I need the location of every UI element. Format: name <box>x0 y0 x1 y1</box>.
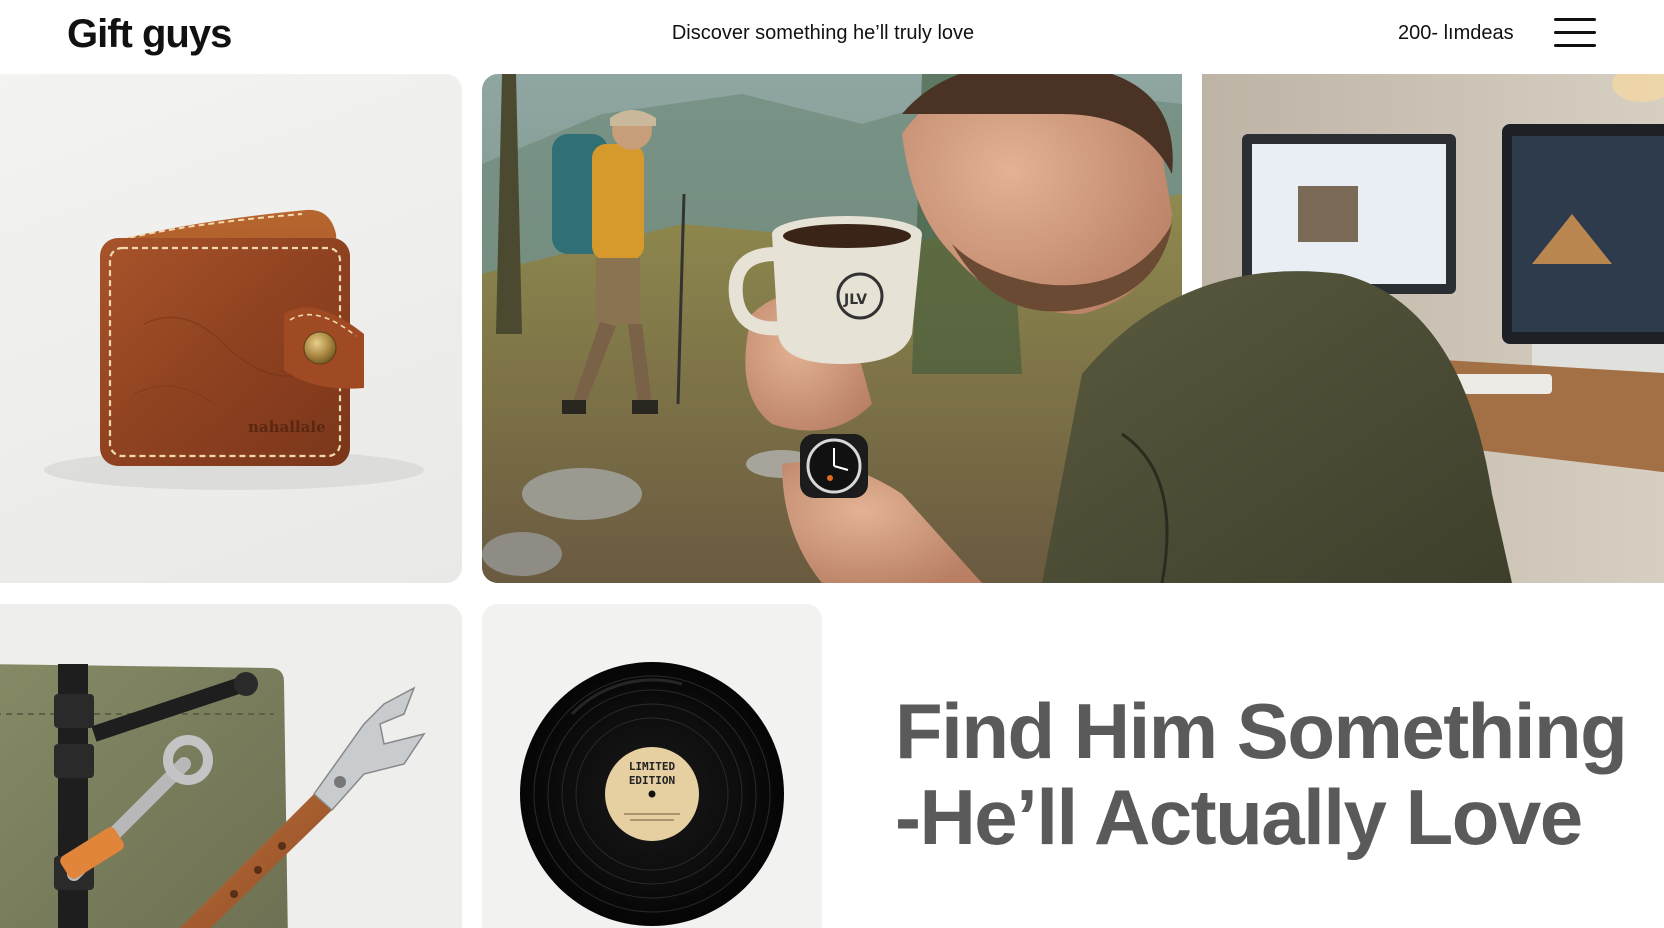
headline-line-1: Find Him Something <box>895 687 1628 775</box>
vinyl-label-line1: LIMITED <box>629 760 676 773</box>
vinyl-label-line2: EDITION <box>629 774 675 787</box>
product-card-vinyl-record[interactable]: LIMITED EDITION <box>482 604 822 928</box>
vinyl-record-image: LIMITED EDITION <box>520 662 784 926</box>
tagline-text: Discover something he’ll truly love <box>671 22 975 44</box>
product-card-wallet[interactable]: nahallale <box>0 74 462 583</box>
mug-logo: JLV <box>843 292 867 308</box>
hero-lifestyle-image: JLV <box>482 74 1664 583</box>
hero-image-card[interactable]: JLV <box>482 74 1664 583</box>
idea-count-link[interactable]: 200- lımdeas <box>1398 22 1514 45</box>
hero-headline: Find Him Something -He’ll Actually Love <box>895 688 1655 860</box>
tool-kit-image <box>0 664 426 928</box>
wallet-brand-stamp: nahallale <box>248 418 326 436</box>
wallet-image: nahallale <box>44 209 424 490</box>
hamburger-menu-icon[interactable] <box>1554 18 1596 48</box>
product-card-tool-kit[interactable] <box>0 604 462 928</box>
site-header: Gift guys Discover something he’ll truly… <box>0 0 1664 68</box>
headline-line-2: -He’ll Actually Love <box>895 773 1583 861</box>
